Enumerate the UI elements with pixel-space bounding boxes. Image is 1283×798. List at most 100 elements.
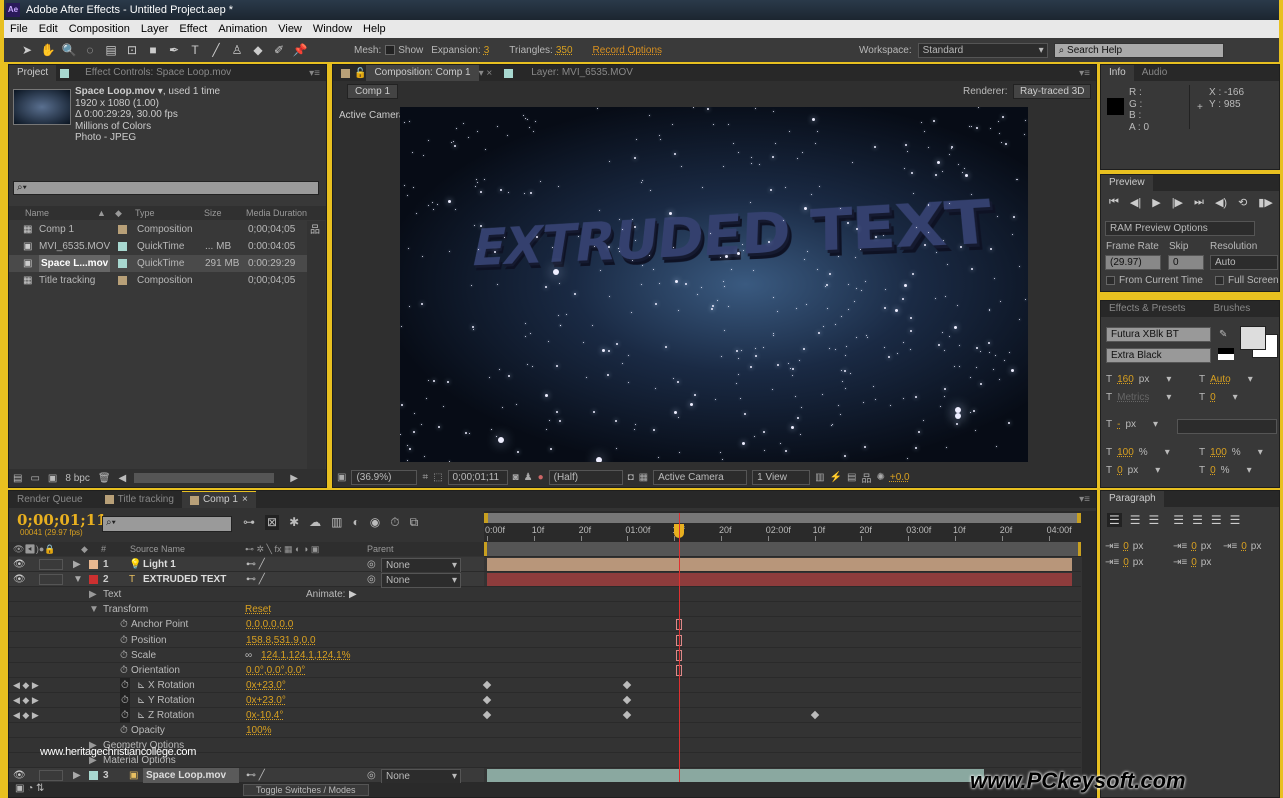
horizontal-scrollbar[interactable] bbox=[134, 473, 275, 483]
vertical-scale-field-value[interactable]: 100 bbox=[1117, 447, 1134, 458]
project-search-input[interactable]: ⌕▾ bbox=[13, 181, 319, 195]
always-preview-icon[interactable]: ▣ bbox=[337, 472, 346, 483]
horizontal-scale-field[interactable]: T 100% ▾ bbox=[1199, 447, 1263, 458]
track-row[interactable] bbox=[482, 708, 1081, 723]
tab-effect-controls[interactable]: Effect Controls: Space Loop.mov bbox=[77, 65, 239, 81]
ram-preview-options-dropdown[interactable]: RAM Preview Options bbox=[1105, 221, 1255, 236]
transparency-grid-icon[interactable]: ⬚ bbox=[433, 472, 442, 483]
constrain-proportions-icon[interactable]: ∞ bbox=[245, 648, 252, 663]
time-ruler[interactable]: 0:00f 10f 20f 01:00f 10f 20f 02:00f 10f 20f 03:00… bbox=[484, 511, 1089, 557]
ram-preview-icon[interactable]: ▮▶ bbox=[1258, 196, 1273, 209]
column-type[interactable]: Type bbox=[135, 206, 155, 220]
property-row[interactable]: ⏱ Opacity 100% bbox=[9, 723, 484, 739]
track-row[interactable] bbox=[484, 753, 1081, 769]
stopwatch-icon[interactable]: ⏱ bbox=[120, 633, 128, 648]
align-right-icon[interactable]: ☰ bbox=[1149, 513, 1160, 527]
layer-row[interactable]: 👁 ▶ 3 ▣ Space Loop.mov ⊷ ╱ ◎ None ▾ bbox=[9, 768, 484, 785]
chevron-down-icon[interactable]: ▾ × bbox=[479, 68, 493, 79]
parent-dropdown[interactable]: None ▾ bbox=[381, 573, 461, 589]
property-value[interactable]: 158.8,531.9,0.0 bbox=[246, 633, 316, 648]
brainstorm-icon[interactable]: ◉ bbox=[370, 515, 380, 530]
tab-brushes[interactable]: Brushes bbox=[1206, 301, 1259, 317]
pick-whip-icon[interactable]: ◎ bbox=[367, 768, 376, 783]
new-comp-icon[interactable]: ▣ bbox=[48, 473, 57, 484]
track-row[interactable] bbox=[484, 723, 1081, 739]
track-row[interactable] bbox=[482, 678, 1081, 693]
indent-field[interactable]: ⇥≡ 0 px bbox=[1173, 557, 1211, 568]
chevron-down-icon[interactable]: ▾ bbox=[1258, 447, 1263, 458]
justify-center-icon[interactable]: ☰ bbox=[1192, 513, 1203, 527]
flowchart-icon[interactable]: 品 bbox=[307, 225, 320, 236]
keyframe[interactable] bbox=[482, 680, 492, 690]
bit-depth-button[interactable]: 8 bpc bbox=[65, 473, 89, 484]
last-frame-icon[interactable]: ⏭ bbox=[1194, 196, 1204, 209]
keyframe-navigator[interactable]: ◀ ◆ ▶ bbox=[13, 708, 39, 723]
property-value[interactable]: 0.0°,0.0°,0.0° bbox=[246, 663, 305, 678]
comp-breadcrumb[interactable]: Comp 1 bbox=[347, 84, 399, 99]
layer-name[interactable]: Space Loop.mov bbox=[143, 768, 239, 784]
indent-value[interactable]: 0 bbox=[1191, 557, 1197, 568]
menu-animation[interactable]: Animation bbox=[218, 20, 267, 38]
align-left-icon[interactable]: ☰ bbox=[1107, 513, 1122, 527]
solo-lock-switches[interactable] bbox=[39, 770, 63, 782]
column-source-name[interactable]: Source Name bbox=[130, 542, 185, 556]
view-layout-dropdown[interactable]: 1 View bbox=[752, 469, 811, 485]
frame-rate-dropdown[interactable]: (29.97) bbox=[1105, 255, 1161, 270]
tab-audio[interactable]: Audio bbox=[1134, 65, 1176, 81]
chevron-down-icon[interactable]: ▾ bbox=[1155, 465, 1160, 476]
layer-duration-bar[interactable] bbox=[487, 573, 1072, 587]
clone-stamp-icon[interactable]: ♙ bbox=[228, 41, 246, 59]
kerning-field-value[interactable]: Metrics bbox=[1117, 392, 1149, 403]
camera-icon[interactable]: ▤ bbox=[102, 41, 120, 59]
navigator-bar[interactable] bbox=[484, 542, 1081, 556]
track-row[interactable] bbox=[484, 617, 1081, 633]
rotate-icon[interactable]: ◌ bbox=[81, 41, 99, 59]
trash-icon[interactable]: 🗑 bbox=[98, 473, 111, 484]
keyframe[interactable] bbox=[482, 695, 492, 705]
keyframe[interactable] bbox=[623, 710, 632, 720]
toggle-pixel-aspect-icon[interactable]: ▥ bbox=[815, 472, 824, 483]
selection-icon[interactable]: ➤ bbox=[18, 41, 36, 59]
live-update-icon[interactable]: ⊠ bbox=[265, 515, 280, 530]
reset-link[interactable]: Reset bbox=[245, 602, 271, 617]
justify-left-icon[interactable]: ☰ bbox=[1173, 513, 1184, 527]
extruded-text-layer[interactable]: EXTRUDED TEXT bbox=[467, 187, 995, 278]
keyframe[interactable] bbox=[810, 710, 819, 720]
current-time-field[interactable]: 0;00;01;11 bbox=[447, 469, 508, 485]
track-row[interactable] bbox=[482, 693, 1081, 708]
layer-name[interactable]: Light 1 bbox=[143, 557, 176, 572]
column-parent[interactable]: Parent bbox=[367, 542, 394, 556]
indent-field[interactable]: ⇥≡ 0 px bbox=[1223, 541, 1261, 552]
checkbox[interactable] bbox=[1106, 276, 1115, 285]
graph-icon[interactable]: ⊾ bbox=[137, 678, 145, 693]
brush-icon[interactable]: ╱ bbox=[207, 41, 225, 59]
horizontal-scale-field-value[interactable]: 100 bbox=[1210, 447, 1227, 458]
auto-keyframe-icon[interactable]: ⏱ bbox=[390, 515, 399, 530]
graph-icon[interactable]: ⊾ bbox=[137, 708, 145, 723]
pick-whip-icon[interactable]: ◎ bbox=[367, 557, 376, 572]
keyframe[interactable] bbox=[623, 695, 632, 705]
solo-lock-switches[interactable] bbox=[39, 574, 63, 586]
font-style-dropdown[interactable]: Extra Black bbox=[1106, 348, 1211, 363]
expansion-value[interactable]: 3 bbox=[484, 45, 490, 56]
indent-value[interactable]: 0 bbox=[1123, 541, 1129, 552]
menu-effect[interactable]: Effect bbox=[179, 20, 207, 38]
property-row[interactable]: ⏱ Position 158.8,531.9,0.0 bbox=[9, 633, 484, 648]
label-column-icon[interactable]: ◆ bbox=[115, 206, 122, 220]
channels-icon[interactable]: ● bbox=[538, 472, 544, 483]
chevron-down-icon[interactable]: ▾ bbox=[1247, 465, 1252, 476]
tab-info[interactable]: Info bbox=[1101, 65, 1134, 81]
font-family-dropdown[interactable]: Futura XBlk BT bbox=[1106, 327, 1211, 342]
stopwatch-icon[interactable]: ⏱ bbox=[120, 723, 128, 738]
indent-value[interactable]: 0 bbox=[1123, 557, 1129, 568]
skip-dropdown[interactable]: 0 bbox=[1168, 255, 1204, 270]
expanded-triangle-icon[interactable]: ▼ bbox=[73, 572, 83, 587]
shy-icon[interactable]: ☁ bbox=[309, 515, 321, 530]
baseline-shift-field-value[interactable]: 0 bbox=[1117, 465, 1123, 476]
chevron-down-icon[interactable]: ▾ bbox=[1166, 392, 1171, 403]
flowchart-icon[interactable]: 品 bbox=[861, 470, 871, 485]
solo-lock-switches[interactable] bbox=[39, 559, 63, 570]
tab-composition[interactable]: Composition: Comp 1 bbox=[366, 65, 479, 81]
graph-icon[interactable]: ⊾ bbox=[137, 693, 145, 708]
current-time-display[interactable]: 0;00;01;11 bbox=[17, 511, 107, 529]
